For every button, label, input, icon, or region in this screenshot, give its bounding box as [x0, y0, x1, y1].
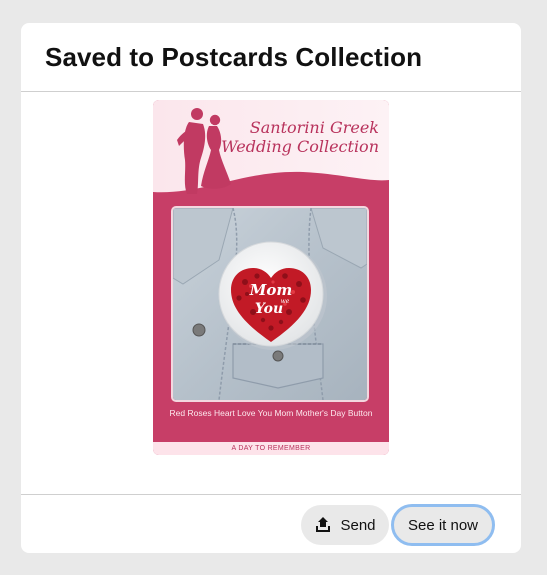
see-it-now-button[interactable]: See it now [391, 504, 495, 546]
product-title: Red Roses Heart Love You Mom Mother's Da… [169, 408, 373, 418]
product-photo: Mom we You [171, 206, 369, 402]
upload-icon [316, 517, 331, 532]
denim-jacket-illustration: Mom we You [173, 208, 367, 400]
brand-title-line-1: Santorini Greek [249, 118, 379, 137]
dialog-body: Santorini Greek Wedding Collection Mom w… [21, 92, 521, 495]
see-it-now-label: See it now [407, 516, 479, 534]
badge-script-mom: Mom [249, 281, 292, 299]
dialog-footer: Send See it now [21, 494, 521, 553]
pin-image[interactable]: Santorini Greek Wedding Collection Mom w… [153, 100, 389, 455]
send-button-label: Send [340, 516, 376, 534]
dialog-header: Saved to Postcards Collection [21, 23, 521, 92]
send-button[interactable]: Send [301, 505, 389, 545]
pin-footer-tagline: A DAY TO REMEMBER [153, 442, 389, 455]
dialog-title: Saved to Postcards Collection [45, 41, 423, 72]
saved-dialog: Saved to Postcards Collection Santorini … [21, 23, 521, 553]
brand-title-line-2: Wedding Collection [221, 137, 379, 156]
badge-script-you: You [255, 301, 283, 317]
